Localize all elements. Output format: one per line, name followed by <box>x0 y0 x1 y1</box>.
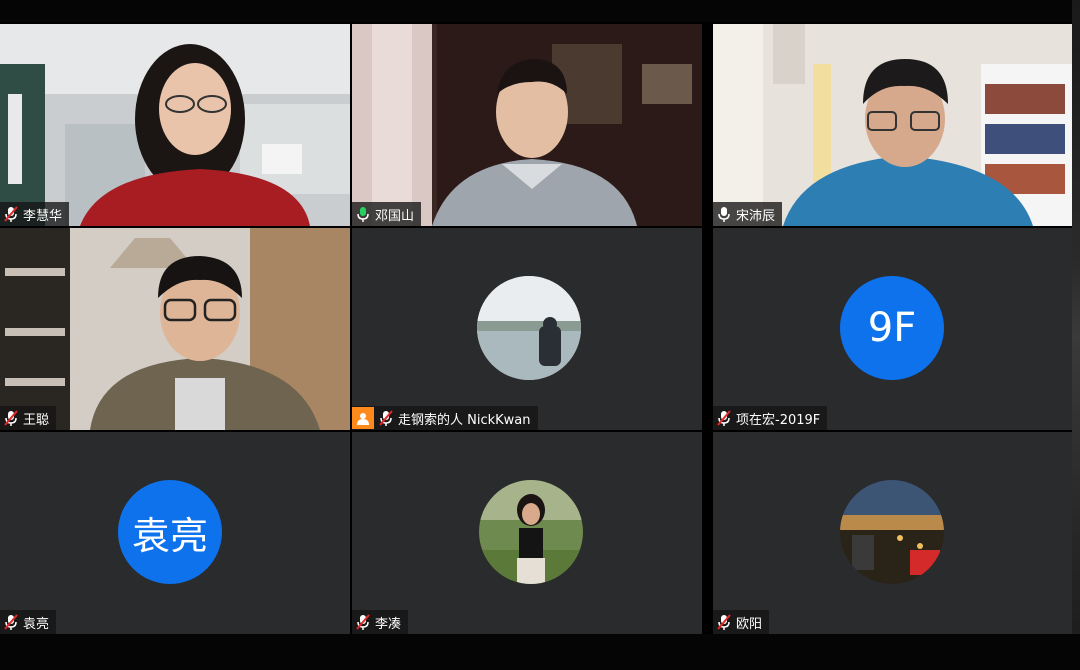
participant-name: 宋沛辰 <box>736 208 776 224</box>
participant-name: 王聪 <box>23 412 50 428</box>
participant-name: 邓国山 <box>375 208 415 224</box>
participant-initials: 袁亮 <box>118 480 222 584</box>
participant-nametag: 王聪 <box>0 406 57 430</box>
participant-nametag: 李凑 <box>352 610 409 634</box>
mic-muted-icon <box>4 206 18 222</box>
video-tile-8[interactable]: 李凑 <box>352 432 702 634</box>
host-badge-icon <box>352 407 374 429</box>
participant-name: 袁亮 <box>23 616 50 632</box>
video-tile-5[interactable]: 走钢索的人 NickKwan <box>352 228 702 430</box>
participant-video <box>0 24 350 226</box>
mic-icon <box>356 206 370 222</box>
participant-initials: 9F <box>840 276 944 380</box>
participant-nametag: 欧阳 <box>713 610 770 634</box>
participant-name: 欧阳 <box>736 616 763 632</box>
participant-video <box>352 24 702 226</box>
mic-muted-icon <box>717 614 731 630</box>
mic-muted-icon <box>717 410 731 426</box>
video-tile-1[interactable]: 李慧华 <box>0 24 350 226</box>
mic-muted-icon <box>4 614 18 630</box>
participant-video <box>713 24 1072 226</box>
video-tile-9[interactable]: 欧阳 <box>713 432 1072 634</box>
video-tile-4[interactable]: 王聪 <box>0 228 350 430</box>
mic-muted-icon <box>4 410 18 426</box>
video-tile-6[interactable]: 9F 项在宏-2019F <box>713 228 1072 430</box>
top-bar <box>0 0 1080 22</box>
video-tile-2[interactable]: 邓国山 <box>352 24 702 226</box>
participant-avatar <box>477 276 581 380</box>
mic-muted-icon <box>356 614 370 630</box>
video-tile-7[interactable]: 袁亮 袁亮 <box>0 432 350 634</box>
participant-name: 李凑 <box>375 616 402 632</box>
participant-nametag: 宋沛辰 <box>713 202 783 226</box>
participant-video <box>0 228 350 430</box>
mic-icon <box>717 206 731 222</box>
participant-nametag: 李慧华 <box>0 202 70 226</box>
participant-nametag: 项在宏-2019F <box>713 406 828 430</box>
participant-name: 走钢索的人 NickKwan <box>398 412 531 428</box>
bottom-bar <box>0 634 1080 670</box>
participant-name: 李慧华 <box>23 208 63 224</box>
video-tile-3[interactable]: 宋沛辰 <box>713 24 1072 226</box>
participant-nametag: 邓国山 <box>352 202 422 226</box>
participant-nametag: 袁亮 <box>0 610 57 634</box>
mic-muted-icon <box>379 410 393 426</box>
window-edge <box>1072 0 1080 670</box>
participant-nametag: 走钢索的人 NickKwan <box>352 406 538 430</box>
participant-avatar <box>840 480 944 584</box>
participant-name: 项在宏-2019F <box>736 412 821 428</box>
participant-avatar <box>479 480 583 584</box>
